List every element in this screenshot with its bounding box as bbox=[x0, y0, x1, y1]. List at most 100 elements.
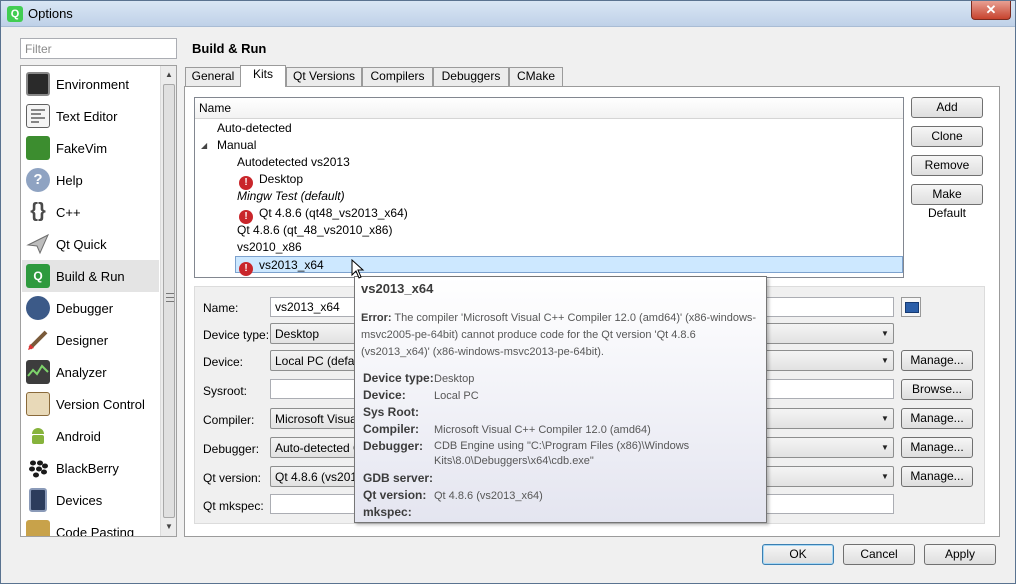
cancel-button[interactable]: Cancel bbox=[843, 544, 915, 565]
tooltip-key: Sys Root: bbox=[363, 405, 420, 419]
sidebar-item-designer[interactable]: Designer bbox=[22, 324, 159, 356]
debugger-icon bbox=[26, 296, 50, 320]
scroll-down-arrow-icon[interactable]: ▼ bbox=[161, 519, 176, 535]
mouse-cursor-icon bbox=[351, 259, 365, 279]
tree-item-kit[interactable]: ! Qt 4.8.6 (qt48_vs2013_x64) bbox=[239, 205, 408, 224]
sidebar-item-label: Qt Quick bbox=[56, 237, 107, 252]
kits-tree[interactable]: Name Auto-detected ◢ Manual Autodetected… bbox=[194, 97, 904, 278]
tree-item-kit-default[interactable]: Mingw Test (default) bbox=[237, 188, 345, 205]
paper-plane-icon bbox=[26, 232, 50, 256]
kit-icon-button[interactable] bbox=[901, 297, 921, 317]
sidebar-item-label: Analyzer bbox=[56, 365, 107, 380]
tab-general[interactable]: General bbox=[185, 67, 241, 86]
qt-version-label: Qt version: bbox=[203, 471, 262, 485]
qt-mkspec-label: Qt mkspec: bbox=[203, 499, 264, 513]
tree-item-label: Auto-detected bbox=[217, 121, 292, 135]
chevron-down-icon: ▼ bbox=[881, 472, 889, 481]
chevron-down-icon: ▼ bbox=[881, 443, 889, 452]
tab-compilers[interactable]: Compilers bbox=[362, 67, 433, 86]
tooltip-key: mkspec: bbox=[363, 505, 412, 519]
sidebar-item-label: Designer bbox=[56, 333, 109, 348]
sidebar-item-label: Build & Run bbox=[56, 269, 125, 284]
code-pasting-icon bbox=[26, 520, 50, 536]
sidebar-item-label: Devices bbox=[56, 493, 103, 508]
tab-kits[interactable]: Kits bbox=[240, 65, 286, 87]
tooltip-key: Qt version: bbox=[363, 488, 427, 502]
tooltip-value: Local PC bbox=[434, 390, 479, 402]
tooltip-key: Device type: bbox=[363, 371, 434, 385]
tab-cmake[interactable]: CMake bbox=[509, 67, 563, 86]
expand-triangle-icon[interactable]: ◢ bbox=[201, 137, 207, 154]
tooltip-title: vs2013_x64 bbox=[361, 281, 434, 296]
tree-item-kit-selected[interactable]: ! vs2013_x64 bbox=[235, 256, 903, 276]
sidebar-item-label: Text Editor bbox=[56, 109, 118, 124]
tooltip-value: Microsoft Visual C++ Compiler 12.0 (amd6… bbox=[434, 424, 651, 436]
tree-item-label: Mingw Test (default) bbox=[237, 189, 345, 203]
tooltip-error-message: The compiler 'Microsoft Visual C++ Compi… bbox=[361, 312, 757, 358]
make-default-button[interactable]: Make Default bbox=[911, 184, 983, 220]
text-editor-icon bbox=[26, 104, 50, 128]
browse-sysroot-button[interactable]: Browse... bbox=[901, 379, 973, 400]
sidebar-item-qt-quick[interactable]: Qt Quick bbox=[22, 228, 159, 260]
error-icon: ! bbox=[239, 262, 253, 276]
add-kit-button[interactable]: Add bbox=[911, 97, 983, 118]
tree-item-label: Desktop bbox=[259, 172, 304, 186]
sidebar-item-label: Version Control bbox=[56, 397, 145, 412]
devices-icon bbox=[29, 488, 47, 512]
sidebar-item-analyzer[interactable]: Analyzer bbox=[22, 356, 159, 388]
tree-item-kit[interactable]: Autodetected vs2013 bbox=[237, 154, 350, 171]
tree-header[interactable]: Name bbox=[195, 98, 903, 119]
sidebar-scrollbar[interactable]: ▲ ▼ bbox=[160, 66, 176, 536]
device-type-label: Device type: bbox=[203, 328, 270, 342]
tree-item-kit[interactable]: ! Desktop bbox=[239, 171, 304, 190]
ok-button[interactable]: OK bbox=[762, 544, 834, 565]
page-title: Build & Run bbox=[192, 41, 267, 56]
tree-item-kit[interactable]: vs2010_x86 bbox=[237, 239, 302, 256]
sidebar-item-label: FakeVim bbox=[56, 141, 108, 156]
sidebar-item-android[interactable]: Android bbox=[22, 420, 159, 452]
sidebar-item-label: BlackBerry bbox=[56, 461, 119, 476]
sidebar-item-label: Code Pasting bbox=[56, 525, 135, 537]
apply-button[interactable]: Apply bbox=[924, 544, 996, 565]
sidebar-item-environment[interactable]: Environment bbox=[22, 68, 159, 100]
filter-input[interactable]: Filter bbox=[20, 38, 177, 59]
tree-item-kit[interactable]: Qt 4.8.6 (qt_48_vs2010_x86) bbox=[237, 222, 392, 239]
tree-item-manual[interactable]: ◢ Manual bbox=[201, 137, 401, 154]
tooltip-key: Device: bbox=[363, 388, 406, 402]
sidebar-item-text-editor[interactable]: Text Editor bbox=[22, 100, 159, 132]
kit-tooltip: vs2013_x64 Error: The compiler 'Microsof… bbox=[354, 276, 767, 523]
remove-kit-button[interactable]: Remove bbox=[911, 155, 983, 176]
tooltip-key: Debugger: bbox=[363, 439, 423, 453]
scroll-up-arrow-icon[interactable]: ▲ bbox=[161, 67, 176, 83]
tab-qt-versions[interactable]: Qt Versions bbox=[286, 67, 362, 86]
tab-debuggers[interactable]: Debuggers bbox=[433, 67, 509, 86]
options-dialog: Q Options ✕ Filter Environment Text Edit… bbox=[0, 0, 1016, 584]
manage-compiler-button[interactable]: Manage... bbox=[901, 408, 973, 429]
sidebar-item-build-run[interactable]: Q Build & Run bbox=[22, 260, 159, 292]
device-label: Device: bbox=[203, 355, 244, 369]
scrollbar-thumb[interactable] bbox=[163, 84, 175, 518]
sidebar-item-code-pasting[interactable]: Code Pasting bbox=[22, 516, 159, 537]
sidebar-item-cpp[interactable]: {} C++ bbox=[22, 196, 159, 228]
manage-debugger-button[interactable]: Manage... bbox=[901, 437, 973, 458]
tooltip-error-text: Error: The compiler 'Microsoft Visual C+… bbox=[361, 310, 761, 361]
manage-qt-version-button[interactable]: Manage... bbox=[901, 466, 973, 487]
close-window-button[interactable]: ✕ bbox=[971, 1, 1011, 20]
tree-item-label: Autodetected vs2013 bbox=[237, 155, 350, 169]
fakevim-icon bbox=[26, 136, 50, 160]
sidebar-item-blackberry[interactable]: BlackBerry bbox=[22, 452, 159, 484]
clone-kit-button[interactable]: Clone bbox=[911, 126, 983, 147]
title-bar[interactable]: Q Options ✕ bbox=[1, 1, 1015, 27]
analyzer-icon bbox=[26, 360, 50, 384]
tooltip-error-label: Error: bbox=[361, 312, 392, 324]
manage-device-button[interactable]: Manage... bbox=[901, 350, 973, 371]
sidebar-item-devices[interactable]: Devices bbox=[22, 484, 159, 516]
sidebar-item-fakevim[interactable]: FakeVim bbox=[22, 132, 159, 164]
help-icon: ? bbox=[26, 168, 50, 192]
cpp-braces-icon: {} bbox=[30, 200, 46, 222]
sidebar-item-debugger[interactable]: Debugger bbox=[22, 292, 159, 324]
sidebar-item-version-control[interactable]: Version Control bbox=[22, 388, 159, 420]
tree-item-auto-detected[interactable]: Auto-detected bbox=[217, 120, 292, 137]
tooltip-key: Compiler: bbox=[363, 422, 420, 436]
sidebar-item-help[interactable]: ? Help bbox=[22, 164, 159, 196]
